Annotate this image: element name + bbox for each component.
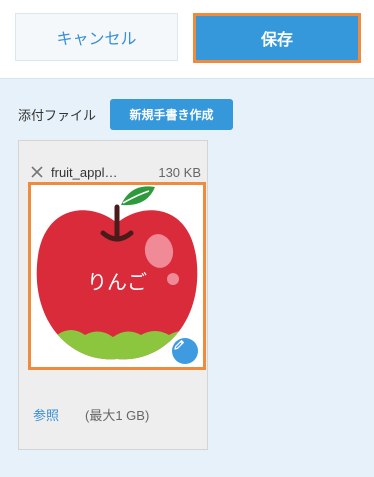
close-icon[interactable] xyxy=(29,164,45,180)
pencil-icon xyxy=(174,340,184,350)
new-handwriting-button[interactable]: 新規手書き作成 xyxy=(110,99,233,130)
file-card: fruit_appl… 130 KB りんご 参照 (最大1 GB) xyxy=(18,140,208,450)
browse-link[interactable]: 参照 xyxy=(33,405,59,424)
file-thumbnail[interactable]: りんご xyxy=(28,182,206,370)
attachment-label: 添付ファイル xyxy=(18,108,97,123)
file-size: 130 KB xyxy=(158,164,201,180)
file-name: fruit_appl… xyxy=(51,164,118,180)
size-limit-text: (最大1 GB) xyxy=(85,408,150,423)
file-header: fruit_appl… 130 KB xyxy=(29,163,201,181)
cancel-button[interactable]: キャンセル xyxy=(15,13,178,61)
thumbnail-text: りんご xyxy=(87,271,147,294)
edit-file-button[interactable] xyxy=(172,338,198,364)
save-button[interactable]: 保存 xyxy=(193,13,361,63)
top-toolbar: キャンセル 保存 xyxy=(0,0,374,79)
